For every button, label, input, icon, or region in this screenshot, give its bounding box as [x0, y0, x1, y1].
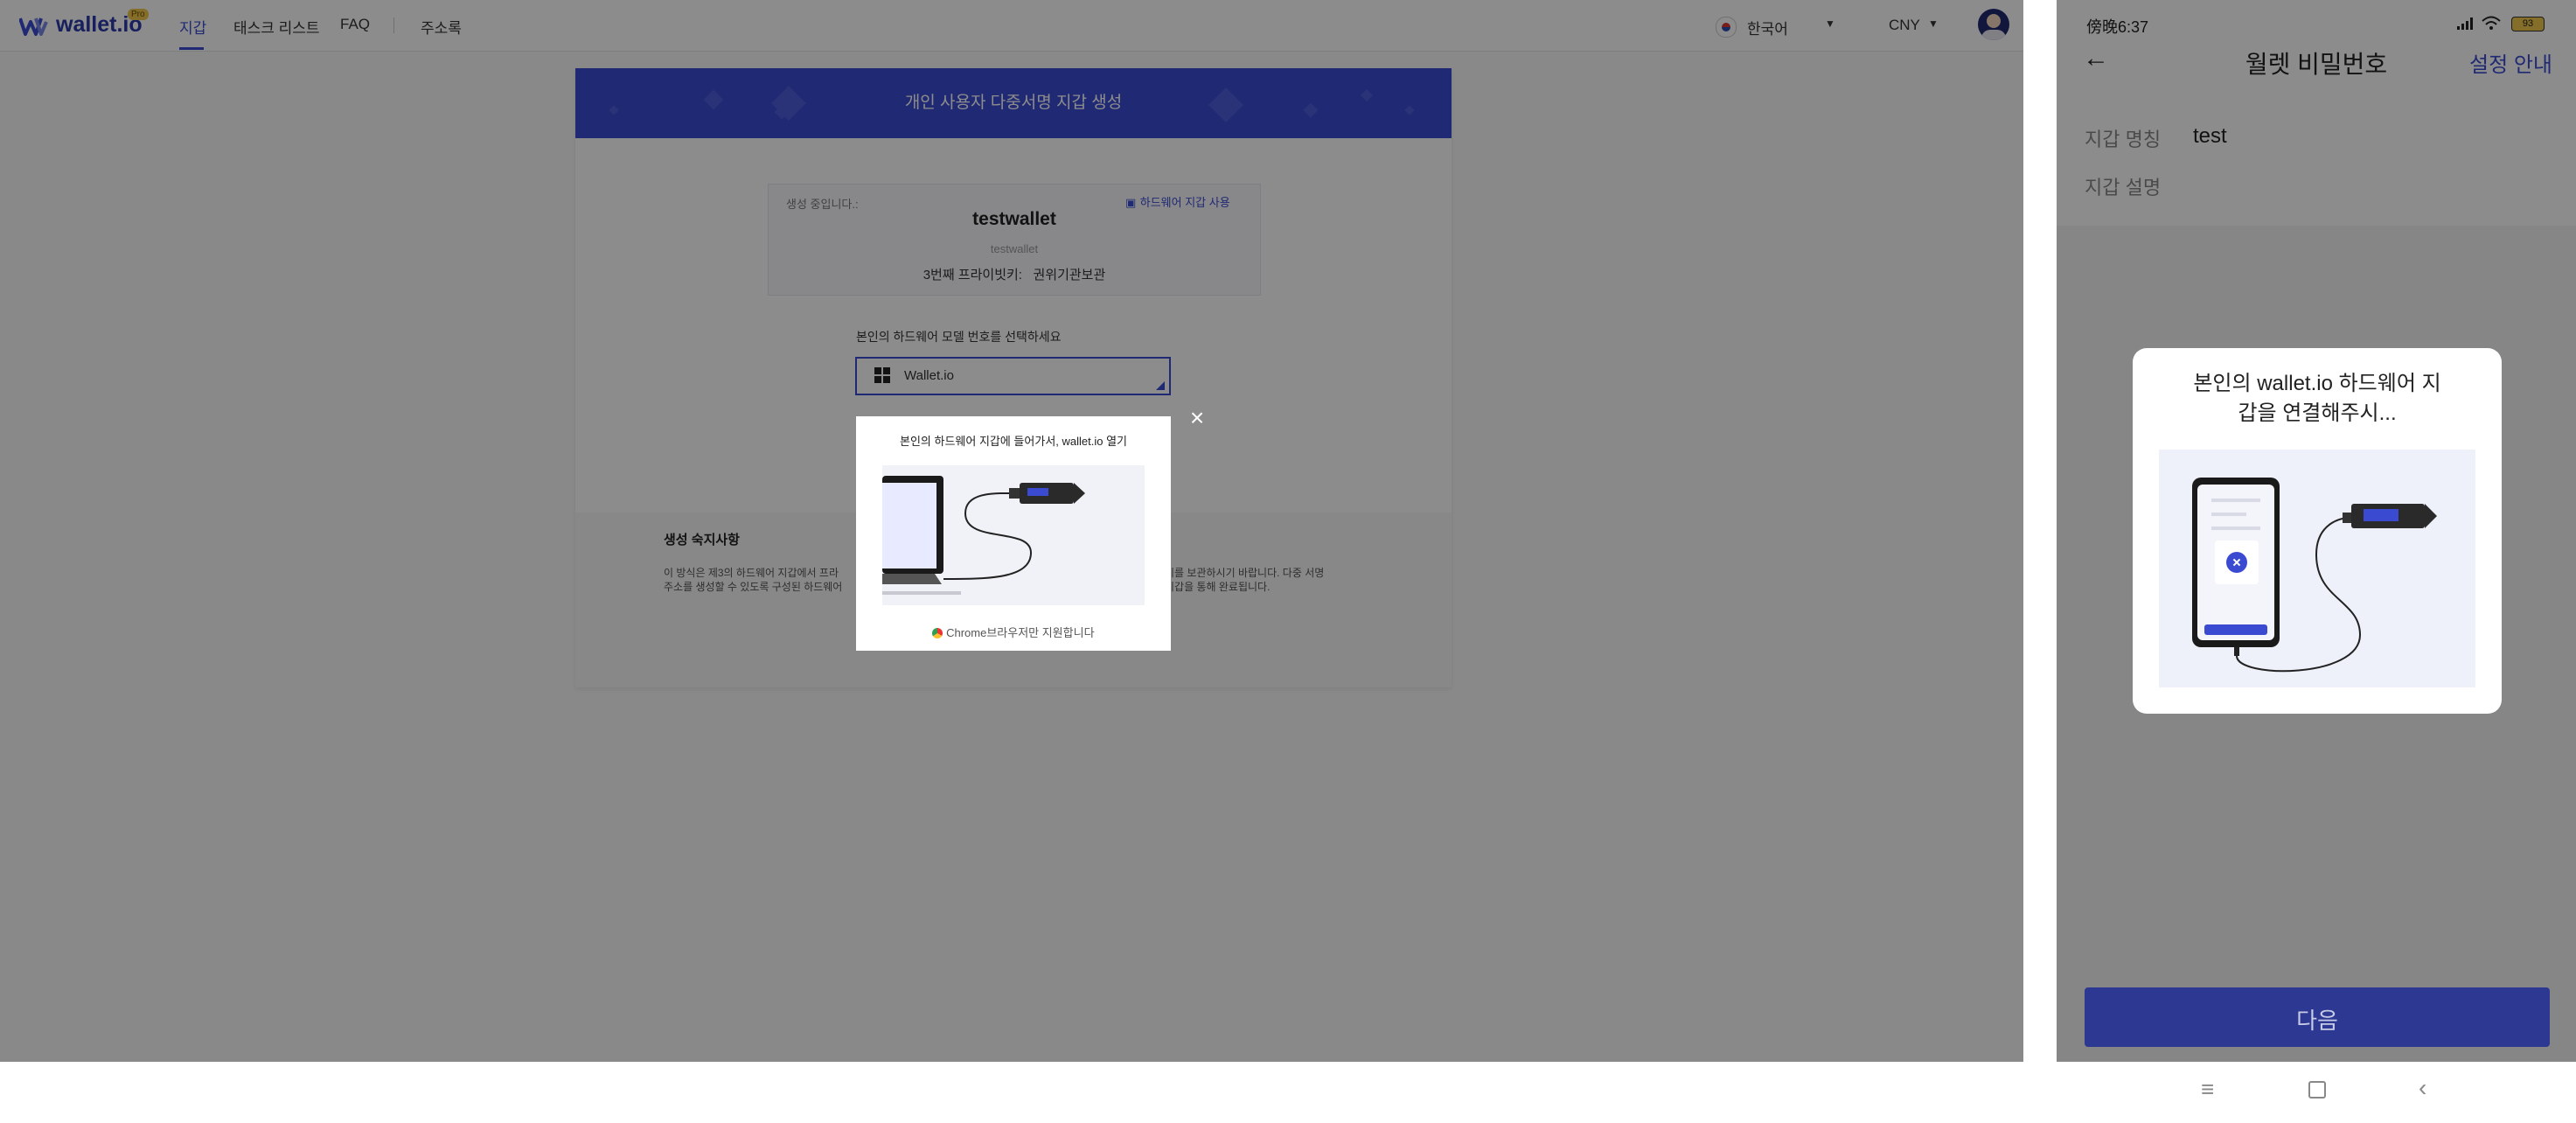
chrome-note: Chrome브라우저만 지원합니다: [946, 626, 1095, 639]
next-button-label: 다음: [2296, 1008, 2338, 1034]
chrome-icon: [932, 628, 943, 638]
home-icon[interactable]: [2308, 1081, 2326, 1099]
menu-icon[interactable]: ≡: [2201, 1076, 2214, 1103]
next-button[interactable]: 다음: [2085, 987, 2550, 1047]
connect-illustration: [882, 465, 1145, 605]
laptop-device-illustration: [882, 476, 1085, 595]
modal-footer: Chrome브라우저만 지원합니다: [856, 624, 1171, 640]
close-icon[interactable]: ×: [1187, 406, 1207, 430]
connect-hardware-dialog: 본인의 wallet.io 하드웨어 지갑을 연결해주시...: [2133, 348, 2502, 714]
system-nav-bar: ≡ ‹: [0, 1062, 2576, 1123]
open-wallet-modal: 본인의 하드웨어 지갑에 들어가서, wallet.io 열기 Chrome브라…: [856, 416, 1171, 651]
phone-connect-illustration: [2159, 450, 2475, 687]
split-divider: [2023, 0, 2057, 1062]
back-icon[interactable]: ‹: [2419, 1074, 2426, 1102]
modal-title: 본인의 하드웨어 지갑에 들어가서, wallet.io 열기: [900, 435, 1127, 448]
dialog-title: 본인의 wallet.io 하드웨어 지갑을 연결해주시...: [2193, 372, 2441, 425]
phone-device-illustration: [2192, 478, 2437, 673]
